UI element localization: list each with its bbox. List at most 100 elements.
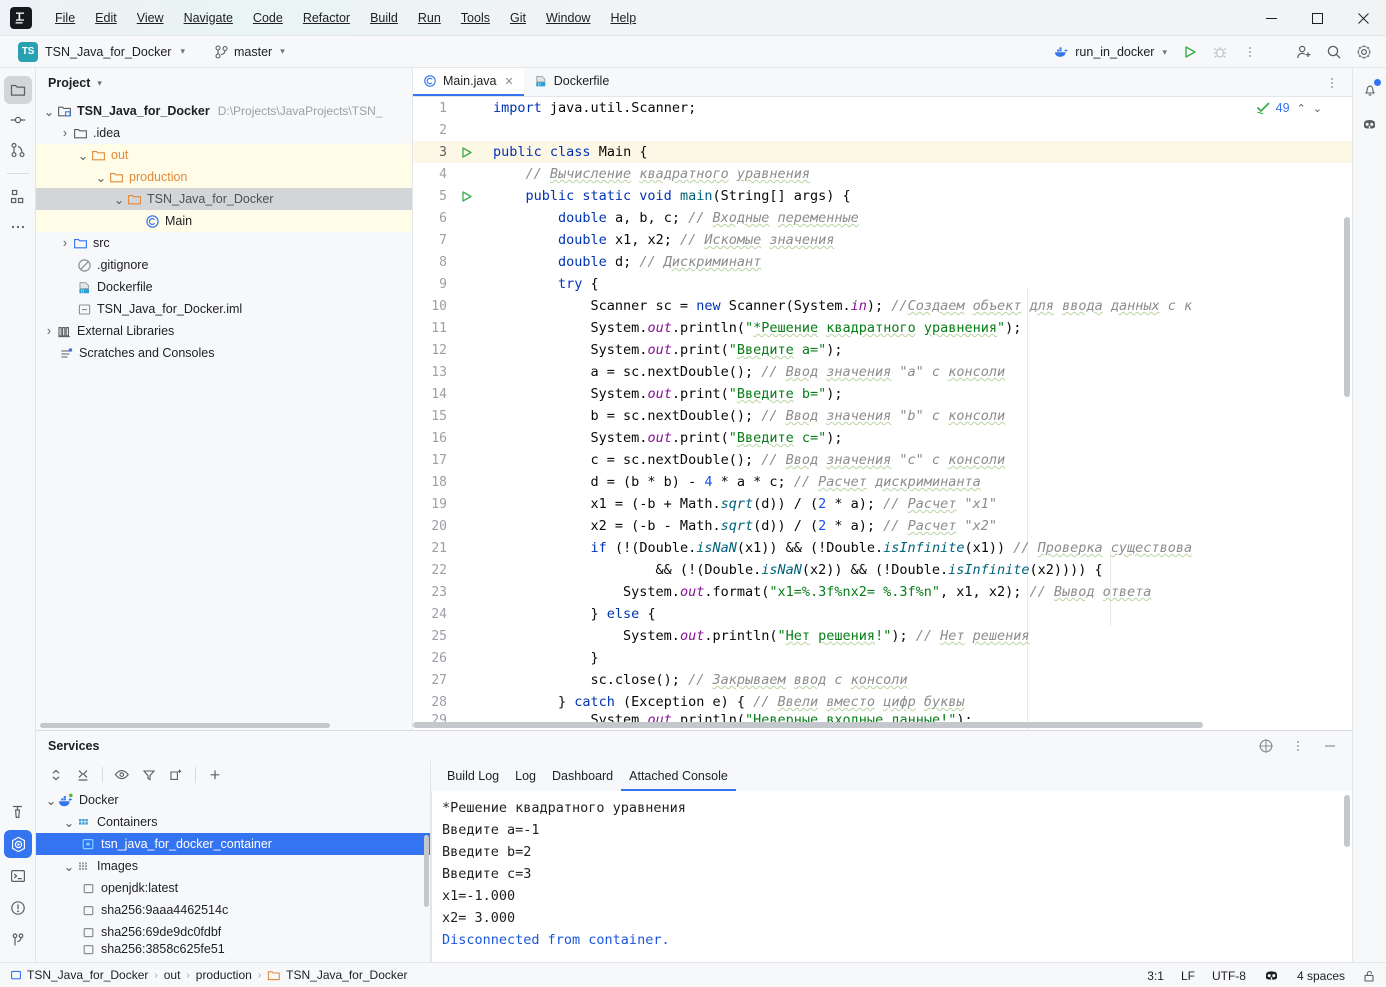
menu-tools[interactable]: Tools	[452, 8, 499, 28]
services-item-image-3858[interactable]: sha256:3858c625fe51	[36, 943, 430, 955]
search-everywhere-icon[interactable]	[1320, 39, 1348, 65]
debug-button[interactable]	[1206, 39, 1234, 65]
tool-window-services-button[interactable]	[4, 830, 32, 858]
console-vertical-scrollbar[interactable]	[1344, 795, 1350, 847]
expand-arrow-down-icon[interactable]: ⌄	[42, 104, 56, 119]
tool-window-problems-button[interactable]	[4, 894, 32, 922]
expand-arrow-down-icon-tsn[interactable]: ⌄	[112, 192, 126, 207]
docker-expand-arrow-down-icon[interactable]: ⌄	[44, 793, 58, 808]
containers-expand-arrow-down-icon[interactable]: ⌄	[62, 815, 76, 830]
images-expand-arrow-down-icon[interactable]: ⌄	[62, 859, 76, 874]
line-separator-label[interactable]: LF	[1181, 969, 1195, 983]
console-tab-dashboard[interactable]: Dashboard	[544, 765, 621, 791]
breadcrumb-module[interactable]: TSN_Java_for_Docker	[10, 968, 148, 982]
tool-window-version-control-button[interactable]	[4, 926, 32, 954]
add-icon[interactable]	[203, 764, 227, 786]
run-method-gutter-icon[interactable]	[455, 190, 477, 203]
code-editor[interactable]: 49 ⌃ ⌄ 1 import java.util.Scanner; 2 3 p…	[413, 97, 1352, 730]
settings-gear-icon[interactable]	[1350, 39, 1378, 65]
project-selector[interactable]: TS TSN_Java_for_Docker ▾	[12, 40, 191, 64]
branch-selector[interactable]: master ▾	[209, 43, 291, 61]
menu-help[interactable]: Help	[601, 8, 645, 28]
help-icon[interactable]	[1252, 733, 1280, 759]
menu-edit[interactable]: Edit	[86, 8, 126, 28]
menu-file[interactable]: File	[46, 8, 84, 28]
menu-git[interactable]: Git	[501, 8, 535, 28]
account-button[interactable]	[1290, 39, 1318, 65]
minimize-icon[interactable]	[1248, 0, 1294, 36]
maximize-icon[interactable]	[1294, 0, 1340, 36]
editor-options-button[interactable]	[1318, 70, 1346, 96]
tree-item-external-libraries[interactable]: › External Libraries	[36, 320, 412, 342]
encoding-label[interactable]: UTF-8	[1212, 969, 1246, 983]
tree-item-gitignore[interactable]: .gitignore	[36, 254, 412, 276]
inspections-widget[interactable]: 49 ⌃ ⌄	[1256, 101, 1322, 115]
tree-item-scratches[interactable]: Scratches and Consoles	[36, 342, 412, 364]
ai-assistant-status-icon[interactable]	[1263, 968, 1280, 983]
menu-refactor[interactable]: Refactor	[294, 8, 359, 28]
console-line-link[interactable]: Disconnected from container.	[442, 929, 1352, 951]
editor-vertical-scrollbar[interactable]	[1344, 217, 1350, 397]
more-actions-button[interactable]	[1236, 39, 1264, 65]
tree-item-iml[interactable]: TSN_Java_for_Docker.iml	[36, 298, 412, 320]
show-eye-icon[interactable]	[110, 764, 134, 786]
services-item-docker[interactable]: ⌄ Docker	[36, 789, 430, 811]
editor-tab-dockerfile[interactable]: D Dockerfile	[524, 68, 620, 96]
project-tree[interactable]: ⌄ TSN_Java_for_Docker D:\Projects\JavaPr…	[36, 98, 412, 730]
menu-run[interactable]: Run	[409, 8, 450, 28]
console-tab-log[interactable]: Log	[507, 765, 544, 791]
project-tree-horizontal-scrollbar[interactable]	[36, 723, 412, 730]
console-tab-build-log[interactable]: Build Log	[439, 765, 507, 791]
tree-item-main-class[interactable]: Main	[36, 210, 412, 232]
services-options-icon[interactable]	[1284, 733, 1312, 759]
collapse-all-icon[interactable]	[71, 764, 95, 786]
editor-horizontal-scrollbar[interactable]	[413, 722, 1203, 728]
expand-arrow-right-icon-src[interactable]: ›	[58, 236, 72, 250]
tool-window-project-button[interactable]	[3, 76, 32, 104]
expand-arrow-down-icon-production[interactable]: ⌄	[94, 170, 108, 185]
menu-view[interactable]: View	[128, 8, 173, 28]
menu-code[interactable]: Code	[244, 8, 292, 28]
menu-navigate[interactable]: Navigate	[175, 8, 242, 28]
tool-window-commit-button[interactable]	[4, 106, 32, 134]
services-item-containers[interactable]: ⌄ Containers	[36, 811, 430, 833]
services-item-image-openjdk[interactable]: openjdk:latest	[36, 877, 430, 899]
services-tree-vertical-scrollbar[interactable]	[424, 835, 429, 907]
tree-item-production[interactable]: ⌄ production	[36, 166, 412, 188]
expand-arrow-right-icon-libs[interactable]: ›	[42, 324, 56, 338]
services-item-image-69de[interactable]: sha256:69de9dc0fdbf	[36, 921, 430, 943]
run-button[interactable]	[1176, 39, 1204, 65]
tree-item-src[interactable]: › src	[36, 232, 412, 254]
menu-build[interactable]: Build	[361, 8, 407, 28]
previous-error-icon[interactable]: ⌃	[1297, 102, 1306, 115]
filter-icon[interactable]	[137, 764, 161, 786]
expand-arrow-right-icon[interactable]: ›	[58, 126, 72, 140]
tool-window-structure-button[interactable]	[4, 183, 32, 211]
tool-window-terminal-button[interactable]	[4, 862, 32, 890]
tree-item-tsn-output-folder[interactable]: ⌄ TSN_Java_for_Docker	[36, 188, 412, 210]
breadcrumb-production[interactable]: production	[196, 968, 252, 982]
indent-label[interactable]: 4 spaces	[1297, 969, 1345, 983]
tab-close-icon[interactable]: ✕	[505, 75, 514, 88]
close-icon[interactable]	[1340, 0, 1386, 36]
ai-assistant-icon[interactable]	[1356, 110, 1384, 138]
more-tool-windows-icon[interactable]	[4, 213, 32, 241]
services-tree[interactable]: ⌄ Docker ⌄ Containers tsn_java_for_docke…	[36, 789, 430, 962]
next-error-icon[interactable]: ⌄	[1313, 102, 1322, 115]
tree-item-dockerfile[interactable]: D Dockerfile	[36, 276, 412, 298]
services-item-images[interactable]: ⌄ Images	[36, 855, 430, 877]
editor-tab-main-java[interactable]: Main.java ✕	[413, 68, 524, 96]
tree-item-project-root[interactable]: ⌄ TSN_Java_for_Docker D:\Projects\JavaPr…	[36, 100, 412, 122]
run-class-gutter-icon[interactable]	[455, 146, 477, 159]
tool-window-build-button[interactable]	[4, 798, 32, 826]
hide-panel-icon[interactable]	[1316, 733, 1344, 759]
new-tab-icon[interactable]	[164, 764, 188, 786]
tree-item-out[interactable]: ⌄ out	[36, 144, 412, 166]
services-item-container-tsn[interactable]: tsn_java_for_docker_container	[36, 833, 430, 855]
project-panel-chevron-down-icon[interactable]: ▾	[97, 78, 102, 89]
console-output[interactable]: *Решение квадратного уравнения Введите a…	[431, 791, 1352, 962]
console-tab-attached-console[interactable]: Attached Console	[621, 765, 736, 791]
caret-position-label[interactable]: 3:1	[1147, 969, 1164, 983]
menu-window[interactable]: Window	[537, 8, 599, 28]
notifications-bell-icon[interactable]	[1356, 76, 1384, 104]
